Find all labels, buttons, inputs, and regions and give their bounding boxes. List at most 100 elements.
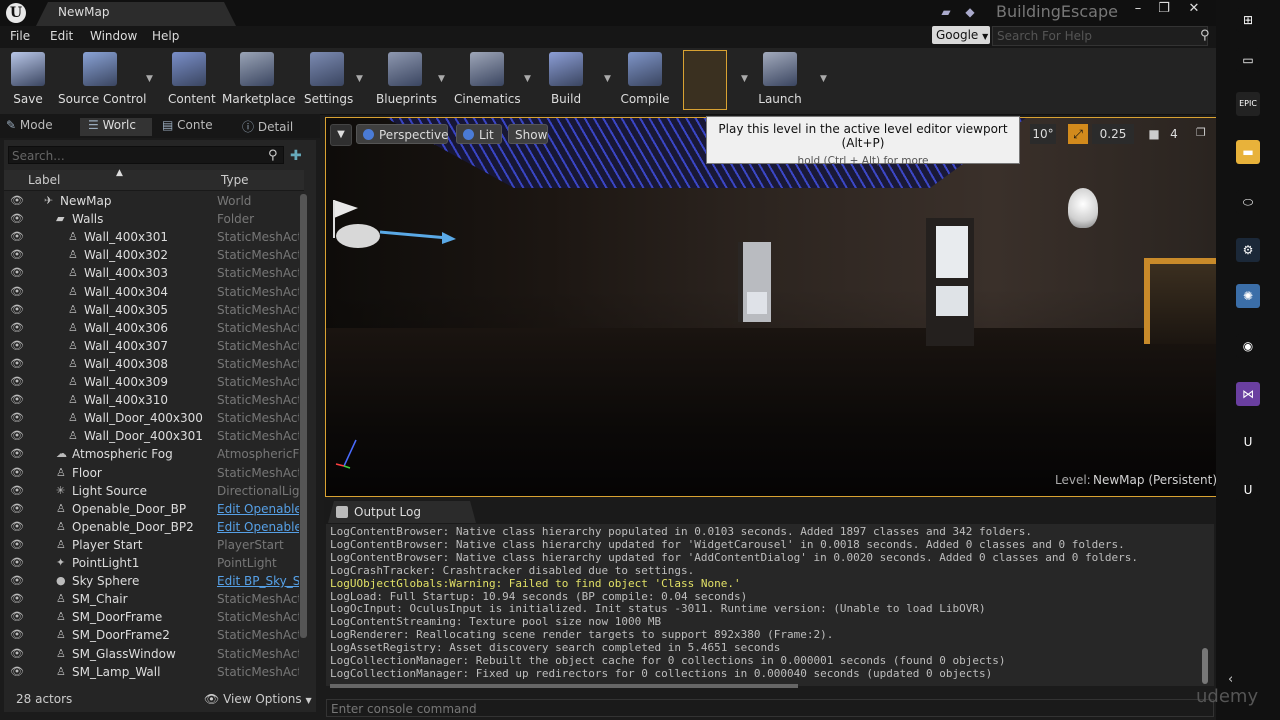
visibility-eye-icon[interactable]: 👁 xyxy=(10,518,24,536)
outliner-row[interactable]: 👁 ♙ Wall_400x305 StaticMeshAct xyxy=(4,301,300,319)
outliner-row[interactable]: 👁 ♙ Wall_400x306 StaticMeshAct xyxy=(4,319,300,337)
visibility-eye-icon[interactable]: 👁 xyxy=(10,572,24,590)
outliner-row[interactable]: 👁 ✳ Light Source DirectionalLigl xyxy=(4,482,300,500)
door-near[interactable] xyxy=(926,218,974,346)
edit-blueprint-link[interactable]: Edit BP_Sky_S xyxy=(217,572,299,590)
outliner-row[interactable]: 👁 ♙ Wall_Door_400x301 StaticMeshAct xyxy=(4,427,300,445)
visibility-eye-icon[interactable]: 👁 xyxy=(10,210,24,228)
console-command-input[interactable]: Enter console command xyxy=(326,699,1214,717)
visibility-eye-icon[interactable]: 👁 xyxy=(10,536,24,554)
add-folder-icon[interactable]: ✚ xyxy=(290,148,302,164)
visibility-eye-icon[interactable]: 👁 xyxy=(10,264,24,282)
visibility-eye-icon[interactable]: 👁 xyxy=(10,590,24,608)
outliner-row[interactable]: 👁 ♙ Wall_400x310 StaticMeshAct xyxy=(4,391,300,409)
steam-icon[interactable]: ⚙ xyxy=(1236,238,1260,262)
chrome-icon[interactable]: ◉ xyxy=(1236,334,1260,358)
visibility-eye-icon[interactable]: 👁 xyxy=(10,319,24,337)
outliner-search-input[interactable]: Search... xyxy=(8,146,284,164)
lit-button[interactable]: Lit xyxy=(456,124,502,144)
visibility-eye-icon[interactable]: 👁 xyxy=(10,192,24,210)
build-button[interactable]: Build xyxy=(546,52,586,110)
outliner-row[interactable]: 👁 ♙ Player Start PlayerStart xyxy=(4,536,300,554)
outliner-row[interactable]: 👁 ♙ SM_DoorFrame2 StaticMeshAct xyxy=(4,626,300,644)
save-button[interactable]: Save xyxy=(8,52,48,110)
outliner-row[interactable]: 👁 ♙ Wall_400x304 StaticMeshAct xyxy=(4,283,300,301)
visibility-eye-icon[interactable]: 👁 xyxy=(10,409,24,427)
search-engine-select[interactable]: Google ▼ xyxy=(932,26,990,44)
chevron-down-icon[interactable]: ▼ xyxy=(356,74,364,84)
help-search-input[interactable]: Search For Help xyxy=(992,26,1208,46)
outliner-row[interactable]: 👁 ♙ SM_Chair StaticMeshAct xyxy=(4,590,300,608)
visibility-eye-icon[interactable]: 👁 xyxy=(10,445,24,463)
play-button-highlight[interactable] xyxy=(683,50,727,110)
show-button[interactable]: Show xyxy=(508,124,548,144)
epic-games-icon[interactable]: EPIC xyxy=(1236,92,1260,116)
app-icon[interactable]: ✺ xyxy=(1236,284,1260,308)
visibility-eye-icon[interactable]: 👁 xyxy=(10,228,24,246)
tray-expand-icon[interactable]: ‹ xyxy=(1228,672,1233,687)
outliner-row[interactable]: 👁 ♙ Wall_400x307 StaticMeshAct xyxy=(4,337,300,355)
chat-icon[interactable]: ▰ xyxy=(938,5,954,19)
visibility-eye-icon[interactable]: 👁 xyxy=(10,554,24,572)
outliner-row[interactable]: 👁 ♙ Wall_Door_400x300 StaticMeshAct xyxy=(4,409,300,427)
minimize-button[interactable]: – xyxy=(1124,0,1152,18)
outliner-row[interactable]: 👁 ☁ Atmospheric Fog AtmosphericFo xyxy=(4,445,300,463)
outliner-row[interactable]: 👁 ♙ Wall_400x308 StaticMeshAct xyxy=(4,355,300,373)
outliner-row[interactable]: 👁 ♙ Floor StaticMeshAct xyxy=(4,464,300,482)
view-options-button[interactable]: 👁 View Options ▼ xyxy=(204,692,312,706)
unreal-logo-icon[interactable]: U xyxy=(6,3,26,23)
maximize-button[interactable]: ❐ xyxy=(1150,0,1178,18)
search-icon[interactable]: ⚲ xyxy=(1200,28,1214,43)
chair-mesh[interactable] xyxy=(1144,258,1216,344)
compile-button[interactable]: Compile xyxy=(620,52,670,110)
chevron-down-icon[interactable]: ▼ xyxy=(820,74,828,84)
log-vertical-scrollbar[interactable] xyxy=(1202,648,1208,684)
visibility-eye-icon[interactable]: 👁 xyxy=(10,663,24,681)
log-horizontal-scrollbar[interactable] xyxy=(330,684,798,688)
tab-world-outliner[interactable]: ☰ Worlc xyxy=(80,118,152,136)
oculus-icon[interactable]: ⬭ xyxy=(1236,190,1260,214)
rotation-snap-value[interactable]: 10° xyxy=(1030,124,1056,144)
menu-window[interactable]: Window xyxy=(90,29,137,43)
outliner-row[interactable]: 👁 ● Sky Sphere Edit BP_Sky_S xyxy=(4,572,300,590)
menu-edit[interactable]: Edit xyxy=(50,29,73,43)
visibility-eye-icon[interactable]: 👁 xyxy=(10,608,24,626)
viewport-options-button[interactable]: ▼ xyxy=(330,124,352,146)
camera-speed-value[interactable]: 4 xyxy=(1164,124,1184,144)
chevron-down-icon[interactable]: ▼ xyxy=(604,74,612,84)
perspective-button[interactable]: Perspective xyxy=(356,124,449,144)
outliner-scrollbar[interactable] xyxy=(300,194,307,638)
outliner-row[interactable]: 👁 ✈ NewMap World xyxy=(4,192,300,210)
visibility-eye-icon[interactable]: 👁 xyxy=(10,337,24,355)
tab-content-browser[interactable]: ▤ Conte xyxy=(162,118,234,136)
unreal-engine-icon[interactable]: U xyxy=(1236,430,1260,454)
column-type[interactable]: Type xyxy=(221,173,249,187)
visual-studio-icon[interactable]: ⋈ xyxy=(1236,382,1260,406)
outliner-row[interactable]: 👁 ♙ Openable_Door_BP2 Edit Openable xyxy=(4,518,300,536)
outliner-row[interactable]: 👁 ✦ PointLight1 PointLight xyxy=(4,554,300,572)
visibility-eye-icon[interactable]: 👁 xyxy=(10,301,24,319)
visibility-eye-icon[interactable]: 👁 xyxy=(10,645,24,663)
launch-button[interactable]: Launch xyxy=(756,52,804,110)
tab-modes[interactable]: ✎ Mode xyxy=(6,118,74,136)
edit-blueprint-link[interactable]: Edit Openable xyxy=(217,518,299,536)
visibility-eye-icon[interactable]: 👁 xyxy=(10,427,24,445)
edit-blueprint-link[interactable]: Edit Openable xyxy=(217,500,299,518)
file-explorer-icon[interactable]: ▬ xyxy=(1236,140,1260,164)
maximize-viewport-icon[interactable]: ❐ xyxy=(1196,126,1206,139)
tab-details[interactable]: ⓘ Detail xyxy=(242,118,314,136)
chevron-down-icon[interactable]: ▼ xyxy=(524,74,532,84)
windows-icon[interactable]: ⊞ xyxy=(1236,8,1260,32)
source-control-status-icon[interactable]: ◆ xyxy=(962,5,978,19)
settings-button[interactable]: Settings xyxy=(304,52,353,110)
visibility-eye-icon[interactable]: 👁 xyxy=(10,283,24,301)
column-label[interactable]: Label xyxy=(28,173,60,187)
outliner-row[interactable]: 👁 ♙ Wall_400x309 StaticMeshAct xyxy=(4,373,300,391)
visibility-eye-icon[interactable]: 👁 xyxy=(10,355,24,373)
chevron-down-icon[interactable]: ▼ xyxy=(438,74,446,84)
chevron-down-icon[interactable]: ▼ xyxy=(146,74,154,84)
unreal-engine-icon-2[interactable]: U xyxy=(1236,478,1260,502)
visibility-eye-icon[interactable]: 👁 xyxy=(10,482,24,500)
level-viewport[interactable] xyxy=(325,117,1217,497)
outliner-row[interactable]: 👁 ▰ Walls Folder xyxy=(4,210,300,228)
